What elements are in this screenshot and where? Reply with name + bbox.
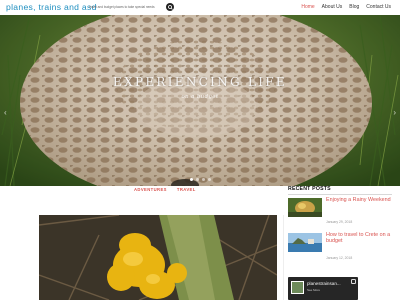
fungus-photo <box>39 215 277 300</box>
divider <box>288 194 392 195</box>
slider-dot[interactable] <box>196 178 199 181</box>
instagram-see-more-link[interactable]: See More <box>307 288 320 292</box>
recent-post-thumbnail[interactable] <box>288 233 322 252</box>
recent-post-date: January 12, 2018 <box>326 256 353 260</box>
recent-post-title[interactable]: How to travel to Crete on a budget <box>326 232 392 245</box>
search-icon <box>167 4 173 10</box>
post-featured-image[interactable] <box>39 215 277 300</box>
main-nav: Home About Us Blog Contact Us <box>294 4 391 10</box>
thumbnail-image <box>288 233 322 252</box>
recent-post-item[interactable]: How to travel to Crete on a budget Janua… <box>288 232 392 263</box>
recent-post-title[interactable]: Enjoying a Rainy Weekend <box>326 197 392 203</box>
hero-title: EXPERIENCING LIFE <box>113 75 287 89</box>
recent-post-thumbnail[interactable] <box>288 198 322 217</box>
sidebar: RECENT POSTS Enjoying a Rainy Weekend Ja… <box>288 186 393 300</box>
recent-post-date: January 29, 2018 <box>326 220 353 224</box>
nav-item-contact-us[interactable]: Contact Us <box>366 4 391 10</box>
site-tagline: travel and budget places to take special… <box>89 4 155 9</box>
slider-dot[interactable] <box>208 178 211 181</box>
slider-prev-arrow-icon[interactable]: ‹ <box>4 108 7 117</box>
nav-item-about-us[interactable]: About Us <box>322 4 343 10</box>
nav-item-home[interactable]: Home <box>301 4 314 10</box>
search-button[interactable] <box>166 3 174 11</box>
column-divider <box>283 215 284 300</box>
slider-next-arrow-icon[interactable]: › <box>393 108 396 117</box>
hero-slider[interactable]: EXPERIENCING LIFE on a budget ‹ › <box>0 15 400 186</box>
site-title[interactable]: planes, trains and asd <box>6 2 97 12</box>
instagram-icon <box>351 279 356 284</box>
recent-post-item[interactable]: Enjoying a Rainy Weekend January 29, 201… <box>288 197 392 228</box>
category-link-adventures[interactable]: ADVENTURES <box>134 187 167 192</box>
category-link-travel[interactable]: TRAVEL <box>177 187 196 192</box>
instagram-username[interactable]: planestrainsan... <box>307 281 341 286</box>
site-header: planes, trains and asd travel and budget… <box>0 0 400 15</box>
nav-item-blog[interactable]: Blog <box>349 4 359 10</box>
slider-dot[interactable] <box>202 178 205 181</box>
hero-subtitle: on a budget <box>181 94 219 100</box>
thumbnail-image <box>288 198 322 217</box>
hero-overlay <box>0 15 400 186</box>
post-categories: ADVENTURES TRAVEL <box>134 187 196 192</box>
slider-dot[interactable] <box>190 178 193 181</box>
recent-posts-heading: RECENT POSTS <box>288 186 331 192</box>
slider-dots <box>190 178 211 181</box>
instagram-widget[interactable]: planestrainsan... See More <box>288 277 358 300</box>
instagram-avatar <box>291 281 304 294</box>
